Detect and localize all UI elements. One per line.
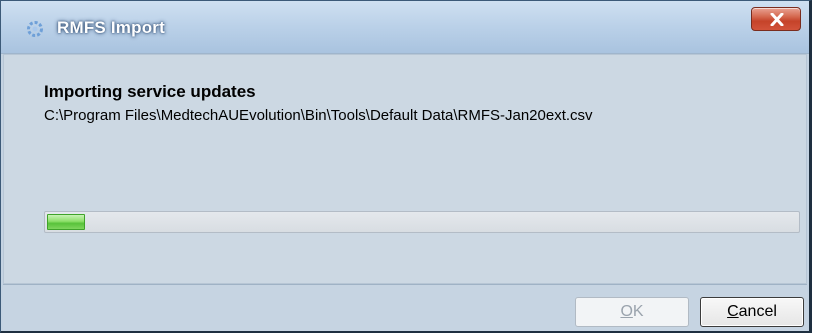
status-heading: Importing service updates: [44, 82, 256, 101]
progress-bar: [44, 211, 800, 233]
progress-fill: [47, 214, 85, 230]
ok-button[interactable]: OK: [575, 297, 689, 327]
ok-label-rest: K: [632, 303, 644, 320]
import-dialog-window: RMFS Import Importing service updates C:…: [0, 0, 812, 333]
app-icon: [25, 19, 45, 39]
cancel-label-rest: ancel: [738, 303, 777, 320]
close-button[interactable]: [751, 7, 801, 31]
ok-mnemonic: O: [620, 303, 633, 320]
cancel-button[interactable]: Cancel: [700, 297, 804, 327]
cancel-mnemonic: C: [727, 303, 739, 320]
close-icon: [770, 13, 784, 26]
window-title: RMFS Import: [57, 18, 165, 37]
file-path-label: C:\Program Files\MedtechAUEvolution\Bin\…: [44, 107, 593, 124]
title-bar[interactable]: RMFS Import: [1, 1, 809, 54]
